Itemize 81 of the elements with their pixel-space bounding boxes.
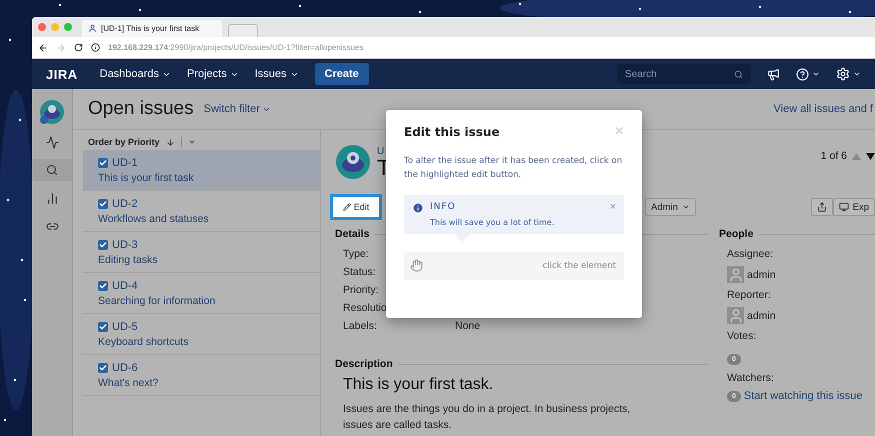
issue-summary: This is your first task (98, 172, 195, 184)
order-by-button[interactable]: Order by Priority (88, 137, 160, 147)
nav-menu[interactable]: Projects (186, 68, 227, 80)
project-avatar (335, 144, 371, 180)
issue-summary: What's next? (98, 376, 160, 388)
issue-list-item[interactable]: UD-3 Editing tasks (83, 232, 320, 273)
issue-key: UD-6 (112, 362, 138, 374)
jira-logo[interactable]: JIRA (46, 66, 78, 82)
field-label: Labels: (343, 320, 378, 332)
issue-key: UD-2 (112, 198, 138, 210)
info-text: This will save you a lot of time. (430, 218, 556, 227)
issue-list-item[interactable]: UD-1 This is your first task (83, 150, 320, 191)
search-icon (734, 70, 743, 78)
issue-summary: Editing tasks (98, 254, 159, 266)
assignee-name: admin (747, 268, 776, 280)
info-icon (412, 202, 424, 214)
field-label: Reporter: (727, 289, 772, 301)
reload-icon[interactable] (74, 43, 83, 52)
avatar-icon (727, 307, 744, 324)
pager-text: 1 of 6 (820, 150, 847, 162)
dialog-title: Edit this issue (404, 125, 500, 139)
section-heading: Description (335, 358, 707, 370)
edit-button[interactable]: Edit (330, 194, 382, 220)
description-title: This is your first task. (343, 376, 494, 394)
issue-summary: Workflows and statuses (98, 212, 210, 224)
project-avatar[interactable] (39, 99, 65, 125)
nav-menu[interactable]: Dashboards (100, 68, 159, 80)
issue-list-item[interactable]: UD-5 Keyboard shortcuts (83, 314, 320, 355)
field-value: None (455, 320, 482, 332)
description-text: Issues are the things you do in a project. In business projects, issues are called tasks. (343, 402, 632, 433)
next-icon[interactable] (866, 152, 875, 160)
address-field[interactable]: 192.168.229.174:2990/jira/projects/UD/issues/UD-1?filter=allopenissues (108, 43, 364, 52)
settings-icon[interactable] (836, 67, 861, 81)
field-label: Priority: (343, 284, 380, 296)
section-heading: People (719, 228, 875, 240)
info-icon (91, 43, 100, 52)
issue-key: UD-3 (112, 238, 138, 250)
switch-filter-link[interactable]: Switch filter (204, 103, 271, 115)
field-label: Watchers: (727, 372, 775, 384)
megaphone-icon[interactable] (767, 68, 780, 80)
issue-list-item[interactable]: UD-4 Searching for information (83, 273, 320, 314)
field-label: Type: (343, 248, 370, 260)
caret-icon[interactable] (188, 138, 196, 146)
page-title: Open issues (88, 98, 194, 120)
reporter-name: admin (747, 310, 776, 322)
field-label: Assignee: (727, 248, 774, 260)
issue-key: UD-1 (112, 156, 138, 168)
field-label: Resolutio (343, 302, 388, 314)
close-button[interactable]: × (610, 202, 616, 214)
export-button[interactable]: Exp (832, 198, 875, 216)
issue-list-item[interactable]: UD-2 Workflows and statuses (83, 191, 320, 232)
issue-key: UD-5 (112, 320, 138, 332)
issue-key: UD-4 (112, 280, 138, 292)
share-icon (816, 202, 827, 212)
admin-button[interactable]: Admin (645, 198, 696, 216)
issues-search-icon[interactable] (32, 159, 72, 181)
watch-link[interactable]: Start watching this issue (744, 390, 863, 402)
avatar-icon (727, 266, 744, 283)
share-button[interactable] (810, 198, 833, 216)
arrow-down-icon (166, 138, 175, 146)
caret-icon (682, 203, 690, 211)
issue-summary: Keyboard shortcuts (98, 336, 190, 348)
search-field[interactable]: Search (617, 64, 751, 84)
nav-menu[interactable]: Issues (254, 68, 286, 80)
info-title: INFO (430, 202, 457, 214)
hint-text: click the element (542, 260, 616, 271)
help-icon[interactable] (796, 68, 820, 80)
issue-list-item[interactable]: UD-6 What's next? (83, 355, 320, 396)
dialog-text: To alter the issue after it has been created, click on the highlighted edit button. (404, 155, 624, 182)
hand-icon (410, 259, 423, 272)
monitor-icon (838, 202, 849, 212)
project-link[interactable]: U (377, 146, 390, 156)
pencil-icon (342, 203, 351, 211)
create-button[interactable]: Create (314, 63, 369, 85)
field-label: Votes: (727, 330, 758, 342)
field-label: Status: (343, 266, 377, 278)
browser-tab[interactable]: [UD-1] This is your first task (82, 20, 222, 37)
issue-summary: Searching for information (98, 294, 216, 306)
view-all-link[interactable]: View all issues and f (774, 103, 873, 115)
favicon-icon (88, 24, 97, 33)
back-icon[interactable] (38, 42, 48, 52)
